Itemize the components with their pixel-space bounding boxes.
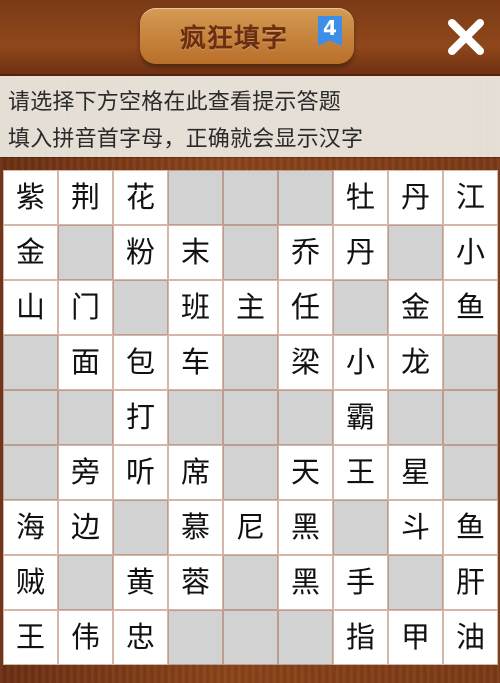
grid-cell[interactable] xyxy=(278,170,333,225)
grid-cell[interactable]: 指 xyxy=(333,610,388,665)
grid-cell[interactable]: 甲 xyxy=(388,610,443,665)
grid-cell[interactable]: 小 xyxy=(443,225,498,280)
close-button[interactable] xyxy=(444,15,488,59)
grid-cell[interactable] xyxy=(58,390,113,445)
puzzle-grid-area: 紫荆花牡丹江金粉末乔丹小山门班主任金鱼面包车梁小龙打霸旁听席天王星海边慕尼黑斗鱼… xyxy=(3,170,498,666)
crossword-grid: 紫荆花牡丹江金粉末乔丹小山门班主任金鱼面包车梁小龙打霸旁听席天王星海边慕尼黑斗鱼… xyxy=(3,170,498,665)
grid-cell[interactable]: 听 xyxy=(113,445,168,500)
grid-cell[interactable]: 尼 xyxy=(223,500,278,555)
grid-cell[interactable] xyxy=(223,555,278,610)
grid-cell[interactable] xyxy=(278,390,333,445)
grid-cell[interactable] xyxy=(168,390,223,445)
grid-cell[interactable] xyxy=(3,335,58,390)
grid-cell[interactable]: 面 xyxy=(58,335,113,390)
grid-cell[interactable] xyxy=(333,280,388,335)
grid-cell[interactable]: 小 xyxy=(333,335,388,390)
grid-cell[interactable] xyxy=(58,555,113,610)
grid-cell[interactable]: 手 xyxy=(333,555,388,610)
grid-cell[interactable] xyxy=(113,280,168,335)
grid-cell[interactable] xyxy=(333,500,388,555)
grid-cell[interactable] xyxy=(443,335,498,390)
grid-cell[interactable]: 鱼 xyxy=(443,280,498,335)
level-badge: 4 xyxy=(318,16,342,46)
grid-cell[interactable] xyxy=(443,390,498,445)
top-bar: 疯狂填字 4 xyxy=(0,0,500,76)
grid-cell[interactable]: 金 xyxy=(3,225,58,280)
grid-cell[interactable]: 打 xyxy=(113,390,168,445)
grid-cell[interactable]: 包 xyxy=(113,335,168,390)
grid-cell[interactable]: 天 xyxy=(278,445,333,500)
grid-cell[interactable]: 车 xyxy=(168,335,223,390)
grid-cell[interactable] xyxy=(3,445,58,500)
grid-cell[interactable] xyxy=(388,390,443,445)
grid-cell[interactable]: 班 xyxy=(168,280,223,335)
grid-cell[interactable] xyxy=(168,610,223,665)
grid-cell[interactable]: 乔 xyxy=(278,225,333,280)
grid-cell[interactable]: 黑 xyxy=(278,500,333,555)
grid-cell[interactable] xyxy=(223,170,278,225)
grid-cell[interactable] xyxy=(443,445,498,500)
grid-cell[interactable] xyxy=(223,390,278,445)
hint-panel: 请选择下方空格在此查看提示答题 填入拼音首字母，正确就会显示汉字 xyxy=(0,76,500,157)
grid-cell[interactable]: 丹 xyxy=(333,225,388,280)
grid-cell[interactable]: 黑 xyxy=(278,555,333,610)
grid-cell[interactable]: 门 xyxy=(58,280,113,335)
grid-cell[interactable]: 贼 xyxy=(3,555,58,610)
grid-cell[interactable] xyxy=(113,500,168,555)
grid-cell[interactable] xyxy=(223,335,278,390)
grid-cell[interactable]: 旁 xyxy=(58,445,113,500)
grid-cell[interactable] xyxy=(223,225,278,280)
grid-cell[interactable]: 霸 xyxy=(333,390,388,445)
close-x-icon xyxy=(448,19,484,55)
grid-cell[interactable]: 任 xyxy=(278,280,333,335)
grid-cell[interactable]: 山 xyxy=(3,280,58,335)
grid-cell[interactable]: 王 xyxy=(3,610,58,665)
grid-cell[interactable] xyxy=(168,170,223,225)
grid-cell[interactable]: 蓉 xyxy=(168,555,223,610)
grid-cell[interactable]: 星 xyxy=(388,445,443,500)
grid-cell[interactable]: 鱼 xyxy=(443,500,498,555)
game-logo: 疯狂填字 4 xyxy=(140,8,354,64)
grid-cell[interactable]: 梁 xyxy=(278,335,333,390)
grid-cell[interactable]: 斗 xyxy=(388,500,443,555)
grid-cell[interactable]: 江 xyxy=(443,170,498,225)
grid-cell[interactable]: 边 xyxy=(58,500,113,555)
grid-cell[interactable]: 王 xyxy=(333,445,388,500)
grid-cell[interactable]: 粉 xyxy=(113,225,168,280)
grid-cell[interactable]: 末 xyxy=(168,225,223,280)
grid-cell[interactable]: 海 xyxy=(3,500,58,555)
hint-line-2: 填入拼音首字母，正确就会显示汉字 xyxy=(8,127,364,152)
grid-cell[interactable] xyxy=(58,225,113,280)
grid-cell[interactable]: 黄 xyxy=(113,555,168,610)
grid-cell[interactable]: 牡 xyxy=(333,170,388,225)
grid-cell[interactable]: 油 xyxy=(443,610,498,665)
grid-cell[interactable]: 丹 xyxy=(388,170,443,225)
grid-cell[interactable] xyxy=(223,610,278,665)
grid-cell[interactable] xyxy=(388,555,443,610)
logo-text: 疯狂填字 xyxy=(179,23,288,54)
grid-cell[interactable]: 主 xyxy=(223,280,278,335)
grid-cell[interactable]: 忠 xyxy=(113,610,168,665)
hint-line-1: 请选择下方空格在此查看提示答题 xyxy=(8,90,342,115)
grid-cell[interactable]: 肝 xyxy=(443,555,498,610)
grid-cell[interactable]: 荆 xyxy=(58,170,113,225)
grid-cell[interactable]: 花 xyxy=(113,170,168,225)
grid-cell[interactable]: 龙 xyxy=(388,335,443,390)
grid-cell[interactable]: 金 xyxy=(388,280,443,335)
grid-cell[interactable]: 紫 xyxy=(3,170,58,225)
grid-cell[interactable] xyxy=(278,610,333,665)
grid-cell[interactable]: 席 xyxy=(168,445,223,500)
game-screen: 疯狂填字 4 请选择下方空格在此查看提示答题 填入拼音首字母，正确就会显示汉字 … xyxy=(0,0,500,683)
grid-cell[interactable] xyxy=(223,445,278,500)
grid-cell[interactable]: 慕 xyxy=(168,500,223,555)
grid-cell[interactable] xyxy=(3,390,58,445)
grid-cell[interactable] xyxy=(388,225,443,280)
grid-cell[interactable]: 伟 xyxy=(58,610,113,665)
